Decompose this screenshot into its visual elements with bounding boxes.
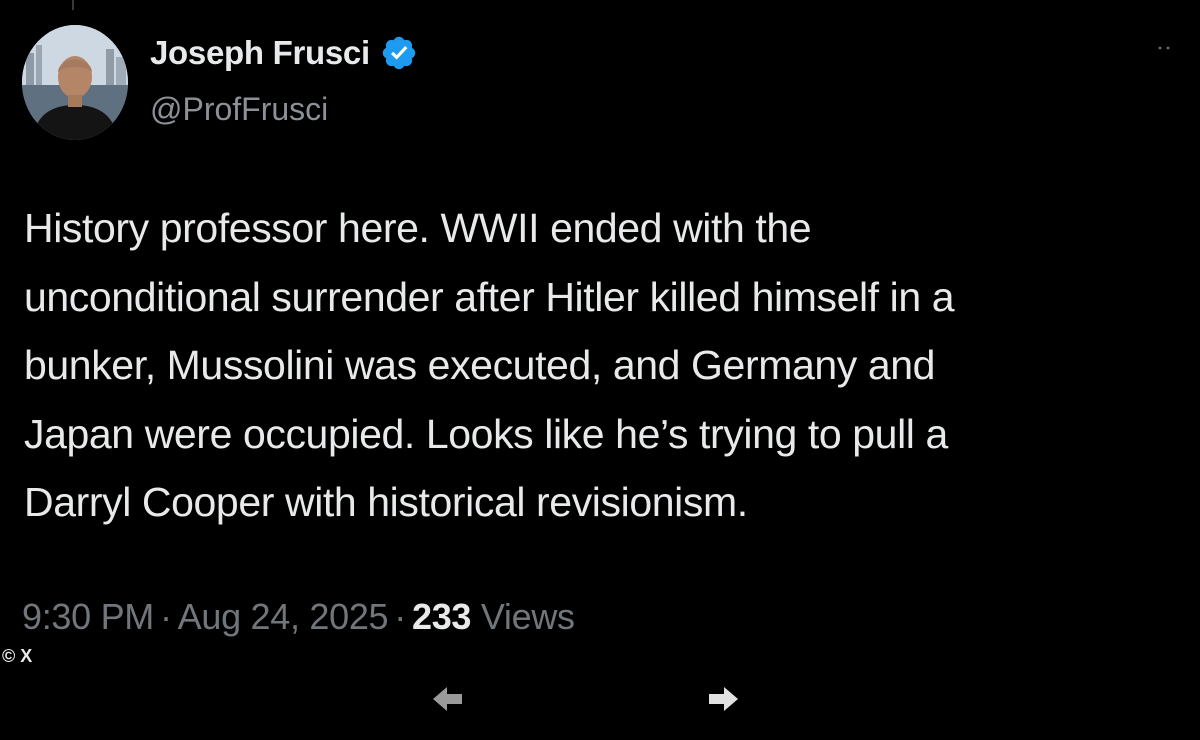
author-display-name[interactable]: Joseph Frusci xyxy=(150,34,370,72)
views-label: Views xyxy=(480,596,575,637)
avatar[interactable] xyxy=(22,25,128,140)
tweet-text-line: Darryl Cooper with historical revisionis… xyxy=(24,479,748,525)
author-name-row: Joseph Frusci xyxy=(150,30,418,76)
verified-badge-icon[interactable] xyxy=(380,34,418,72)
tweet-card: Joseph Frusci @ProfFrusci History profes… xyxy=(0,0,1200,740)
arrow-left-icon[interactable] xyxy=(431,684,465,714)
avatar-photo-icon xyxy=(22,25,128,140)
author-handle[interactable]: @ProfFrusci xyxy=(150,91,328,128)
tweet-text-line: unconditional surrender after Hitler kil… xyxy=(24,273,955,320)
tweet-date[interactable]: Aug 24, 2025 xyxy=(178,596,389,637)
arrow-right-icon[interactable] xyxy=(706,684,740,714)
meta-separator: · xyxy=(394,596,406,637)
tweet-metadata: 9:30 PM · Aug 24, 2025 · 233 Views xyxy=(22,596,575,638)
tweet-text-line: Japan were occupied. Looks like he’s try… xyxy=(24,410,948,457)
tweet-text: History professor here. WWII ended with … xyxy=(24,194,1164,537)
views-count: 233 xyxy=(411,596,472,637)
tweet-time[interactable]: 9:30 PM xyxy=(22,596,154,637)
tweet-text-line: bunker, Mussolini was executed, and Germ… xyxy=(24,342,936,388)
tweet-text-line: History professor here. WWII ended with … xyxy=(24,205,812,251)
top-divider-mark xyxy=(72,0,74,10)
copyright-watermark: © X xyxy=(2,646,33,666)
more-options-icon[interactable] xyxy=(1156,40,1172,56)
meta-separator: · xyxy=(159,596,172,637)
